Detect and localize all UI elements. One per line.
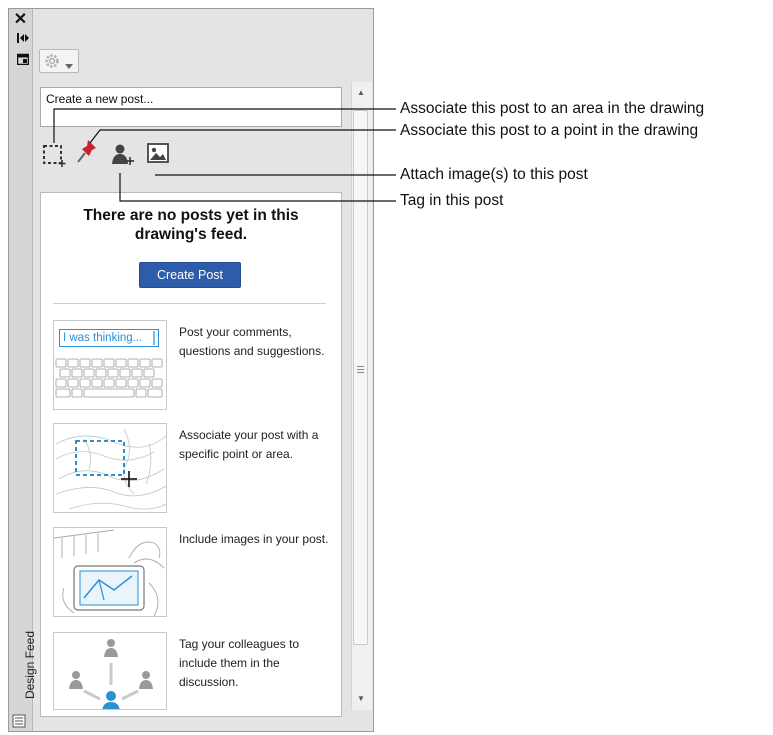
callout-area: Associate this post to an area in the dr… xyxy=(400,100,705,117)
callout-tag: Tag in this post xyxy=(400,192,504,209)
callout-point: Associate this post to a point in the dr… xyxy=(400,122,699,139)
callout-image: Attach image(s) to this post xyxy=(400,166,588,183)
